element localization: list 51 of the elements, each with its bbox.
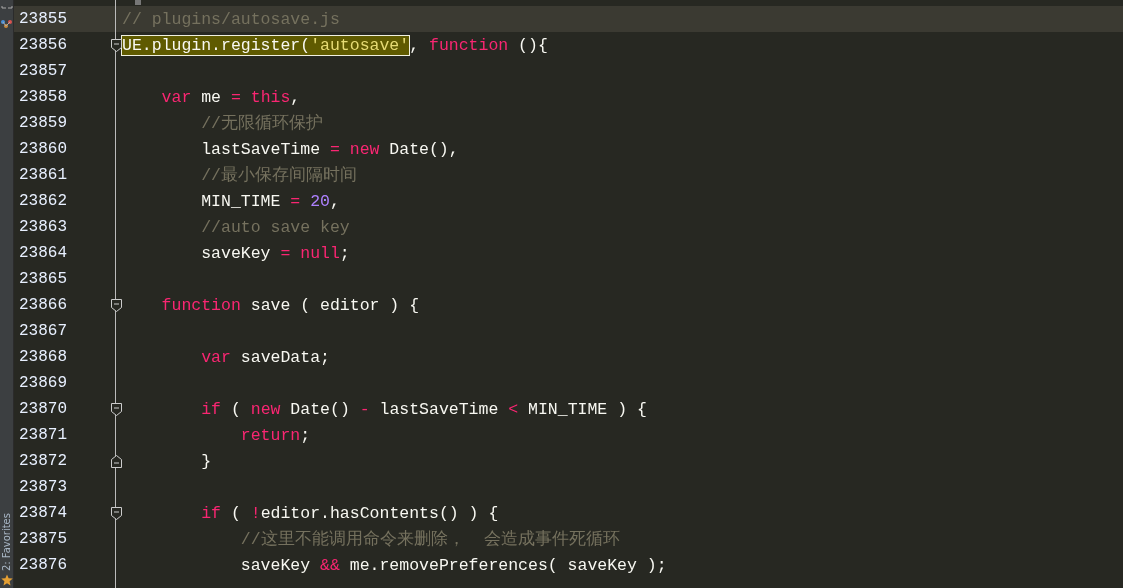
line-number: 23858 [18,88,68,106]
code-line: //最小保存间隔时间 [200,165,358,186]
line-number: 23868 [18,348,68,366]
code-line: return; [239,425,311,445]
code-line: if ( new Date() - lastSaveTime < MIN_TIME ) { [200,399,647,419]
line-number: 23856 [18,36,68,54]
line-number: 23864 [18,244,68,262]
star-icon [0,574,13,586]
code-line: MIN_TIME = 20, [200,191,340,211]
line-number: 23870 [18,400,68,418]
line-number: 23857 [18,62,68,80]
code-line: function save ( editor ) { [160,295,420,315]
code-line: saveKey = null; [200,243,350,263]
fold-icon[interactable] [110,298,122,312]
line-number: 23869 [18,374,68,392]
code-line: //无限循环保护 [200,113,324,134]
search-match-highlight: UE.plugin.register('autosave' [122,35,410,55]
fold-icon[interactable] [110,38,122,52]
line-number: 23876 [18,556,68,574]
code-line: var me = this, [160,87,301,107]
line-number: 23861 [18,166,68,184]
line-number: 23865 [18,270,68,288]
line-number: 23855 [18,10,68,28]
line-number: 23863 [18,218,68,236]
code-line: } [200,451,212,471]
code-line: var saveData; [200,347,330,367]
code-line: lastSaveTime = new Date(), [200,139,459,159]
code-text: , [409,35,421,55]
scroll-marker [135,0,141,5]
code-line: saveKey && me.removePreferences( saveKey ); [239,555,667,575]
line-number: 23867 [18,322,68,340]
line-number: 23872 [18,452,68,470]
code-line: //这里不能调用命令来删除， 会造成事件死循环 [239,529,621,550]
code-line: //auto save key [200,217,350,237]
fold-icon[interactable] [110,506,122,520]
line-number: 23866 [18,296,68,314]
code-line: if ( !editor.hasContents() ) { [200,503,499,523]
line-number: 23860 [18,140,68,158]
line-number: 23862 [18,192,68,210]
unfold-icon[interactable] [110,454,122,468]
line-number: 23859 [18,114,68,132]
line-number: 23874 [18,504,68,522]
code-text: function [429,35,509,55]
code-line: // plugins/autosave.js [122,9,340,29]
line-number: 23873 [18,478,68,496]
line-number: 23875 [18,530,68,548]
code-text: (){ [517,35,548,55]
line-number: 23871 [18,426,68,444]
favorites-tab[interactable]: 2: Favorites [1,512,12,571]
fold-icon[interactable] [110,402,122,416]
structure-icon[interactable] [0,4,13,28]
